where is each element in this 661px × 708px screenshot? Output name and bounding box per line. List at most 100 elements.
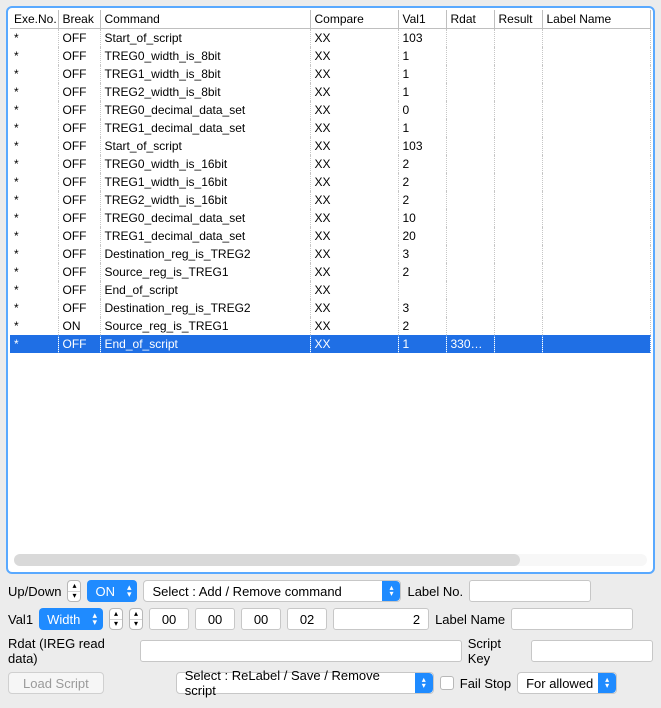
table-row[interactable]: *OFFDestination_reg_is_TREG2XX3: [10, 299, 651, 317]
cell-break[interactable]: OFF: [58, 227, 100, 245]
cell-break[interactable]: OFF: [58, 173, 100, 191]
cell-rdat[interactable]: [446, 245, 494, 263]
cell-rdat[interactable]: [446, 317, 494, 335]
cell-label[interactable]: [542, 65, 651, 83]
cell-val1[interactable]: 1: [398, 119, 446, 137]
cell-val1[interactable]: [398, 281, 446, 299]
cell-compare[interactable]: XX: [310, 137, 398, 155]
chevron-up-icon[interactable]: ▴: [68, 581, 80, 592]
cell-result[interactable]: [494, 137, 542, 155]
cell-result[interactable]: [494, 101, 542, 119]
cell-rdat[interactable]: [446, 29, 494, 48]
dropdown-toggle-icon[interactable]: ▴▾: [415, 673, 433, 693]
cell-label[interactable]: [542, 155, 651, 173]
hex3-input[interactable]: [287, 608, 327, 630]
cell-rdat[interactable]: [446, 173, 494, 191]
cell-compare[interactable]: XX: [310, 191, 398, 209]
cell-break[interactable]: OFF: [58, 119, 100, 137]
cell-compare[interactable]: XX: [310, 299, 398, 317]
table-row[interactable]: *OFFTREG0_decimal_data_setXX10: [10, 209, 651, 227]
dropdown-toggle-icon[interactable]: ▴▾: [598, 673, 616, 693]
cell-break[interactable]: OFF: [58, 83, 100, 101]
cell-compare[interactable]: XX: [310, 227, 398, 245]
cell-label[interactable]: [542, 137, 651, 155]
cell-val1[interactable]: 2: [398, 173, 446, 191]
cell-compare[interactable]: XX: [310, 281, 398, 299]
script-action-select[interactable]: Select : ReLabel / Save / Remove script …: [176, 672, 434, 694]
cell-result[interactable]: [494, 245, 542, 263]
cell-break[interactable]: OFF: [58, 155, 100, 173]
cell-command[interactable]: Source_reg_is_TREG1: [100, 317, 310, 335]
cell-rdat[interactable]: [446, 65, 494, 83]
table-row[interactable]: *OFFEnd_of_scriptXX1330…: [10, 335, 651, 353]
val1-stepper-b[interactable]: ▴▾: [129, 608, 143, 630]
table-row[interactable]: *OFFStart_of_scriptXX103: [10, 137, 651, 155]
cell-compare[interactable]: XX: [310, 47, 398, 65]
cell-result[interactable]: [494, 119, 542, 137]
cell-val1[interactable]: 2: [398, 191, 446, 209]
cell-val1[interactable]: 103: [398, 137, 446, 155]
cell-exe[interactable]: *: [10, 47, 58, 65]
on-select[interactable]: ON ▴▾: [87, 580, 137, 602]
cell-rdat[interactable]: 330…: [446, 335, 494, 353]
scriptkey-input[interactable]: [531, 640, 653, 662]
hex1-input[interactable]: [195, 608, 235, 630]
table-row[interactable]: *OFFTREG0_width_is_8bitXX1: [10, 47, 651, 65]
cell-compare[interactable]: XX: [310, 101, 398, 119]
cell-val1[interactable]: 103: [398, 29, 446, 48]
cell-rdat[interactable]: [446, 227, 494, 245]
cell-val1[interactable]: 0: [398, 101, 446, 119]
cell-break[interactable]: ON: [58, 317, 100, 335]
cell-command[interactable]: TREG0_decimal_data_set: [100, 101, 310, 119]
table-header-row[interactable]: Exe.No. Break Command Compare Val1 Rdat …: [10, 10, 651, 29]
cell-compare[interactable]: XX: [310, 335, 398, 353]
chevron-down-icon[interactable]: ▾: [68, 592, 80, 602]
forallowed-select[interactable]: For allowed ▴▾: [517, 672, 617, 694]
cell-exe[interactable]: *: [10, 29, 58, 48]
labelname-input[interactable]: [511, 608, 633, 630]
cell-result[interactable]: [494, 65, 542, 83]
cell-break[interactable]: OFF: [58, 335, 100, 353]
cell-compare[interactable]: XX: [310, 65, 398, 83]
cell-rdat[interactable]: [446, 191, 494, 209]
hex0-input[interactable]: [149, 608, 189, 630]
cell-label[interactable]: [542, 299, 651, 317]
col-command[interactable]: Command: [100, 10, 310, 29]
col-compare[interactable]: Compare: [310, 10, 398, 29]
cell-label[interactable]: [542, 83, 651, 101]
val1-stepper-a[interactable]: ▴▾: [109, 608, 123, 630]
cell-val1[interactable]: 3: [398, 299, 446, 317]
command-select[interactable]: Select : Add / Remove command ▴▾: [143, 580, 401, 602]
cell-break[interactable]: OFF: [58, 101, 100, 119]
cell-val1[interactable]: 1: [398, 335, 446, 353]
cell-command[interactable]: TREG1_decimal_data_set: [100, 227, 310, 245]
cell-rdat[interactable]: [446, 47, 494, 65]
cell-compare[interactable]: XX: [310, 119, 398, 137]
cell-val1[interactable]: 3: [398, 245, 446, 263]
cell-result[interactable]: [494, 29, 542, 48]
cell-break[interactable]: OFF: [58, 47, 100, 65]
cell-compare[interactable]: XX: [310, 245, 398, 263]
cell-label[interactable]: [542, 29, 651, 48]
cell-label[interactable]: [542, 119, 651, 137]
table-row[interactable]: *OFFTREG0_decimal_data_setXX0: [10, 101, 651, 119]
cell-break[interactable]: OFF: [58, 137, 100, 155]
cell-val1[interactable]: 1: [398, 47, 446, 65]
cell-val1[interactable]: 1: [398, 65, 446, 83]
cell-exe[interactable]: *: [10, 119, 58, 137]
cell-exe[interactable]: *: [10, 101, 58, 119]
cell-val1[interactable]: 2: [398, 263, 446, 281]
labelno-input[interactable]: [469, 580, 591, 602]
width-select[interactable]: Width ▴▾: [39, 608, 103, 630]
cell-compare[interactable]: XX: [310, 155, 398, 173]
cell-exe[interactable]: *: [10, 317, 58, 335]
table-row[interactable]: *OFFStart_of_scriptXX103: [10, 29, 651, 48]
cell-label[interactable]: [542, 191, 651, 209]
cell-compare[interactable]: XX: [310, 209, 398, 227]
cell-rdat[interactable]: [446, 83, 494, 101]
cell-rdat[interactable]: [446, 155, 494, 173]
cell-command[interactable]: Start_of_script: [100, 137, 310, 155]
col-label[interactable]: Label Name: [542, 10, 651, 29]
cell-rdat[interactable]: [446, 119, 494, 137]
cell-compare[interactable]: XX: [310, 29, 398, 48]
